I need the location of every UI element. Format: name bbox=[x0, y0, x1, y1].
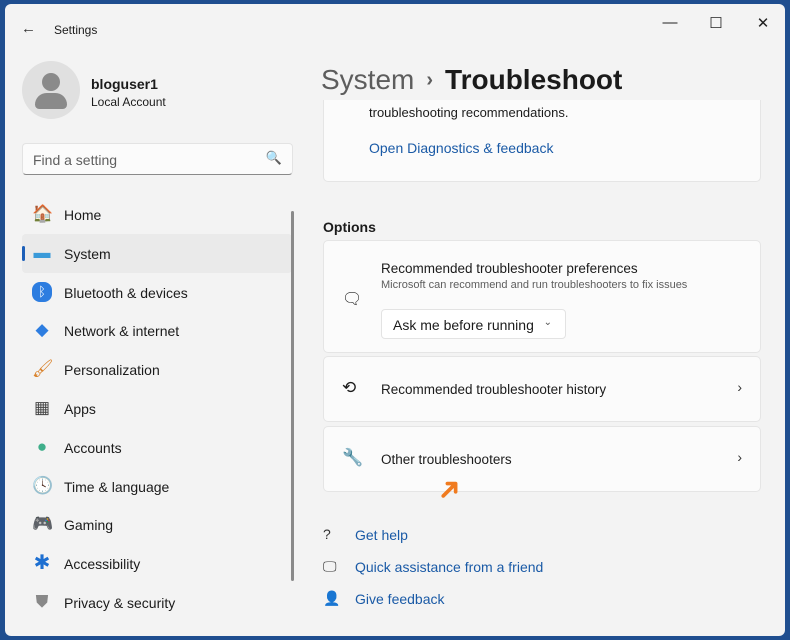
breadcrumb: System › Troubleshoot bbox=[321, 64, 622, 96]
diagnostics-card: troubleshooting recommendations. Open Di… bbox=[323, 100, 761, 182]
page-title: Troubleshoot bbox=[445, 64, 623, 95]
history-icon: ⟲ bbox=[342, 378, 357, 397]
card-description: Microsoft can recommend and run troubles… bbox=[381, 279, 688, 291]
troubleshooter-preferences-card: 🗨 Recommended troubleshooter preferences… bbox=[323, 240, 761, 353]
minimize-button[interactable]: — bbox=[658, 14, 682, 31]
dropdown-value: Ask me before running bbox=[393, 317, 534, 333]
card-title: Other troubleshooters bbox=[381, 452, 512, 467]
sidebar-item-label: Network & internet bbox=[64, 323, 180, 340]
sidebar-item-privacy[interactable]: ⛊ Privacy & security bbox=[22, 583, 292, 622]
sidebar-item-apps[interactable]: ▦ Apps bbox=[22, 389, 292, 428]
troubleshooter-history-card[interactable]: ⟲ Recommended troubleshooter history › bbox=[323, 356, 761, 422]
sidebar-item-label: Privacy & security bbox=[64, 594, 176, 611]
card-title: Recommended troubleshooter preferences bbox=[381, 261, 638, 276]
sidebar-item-label: Bluetooth & devices bbox=[64, 284, 188, 301]
brush-icon: 🖌 bbox=[32, 359, 54, 379]
apps-icon: ▦ bbox=[33, 397, 51, 417]
open-diagnostics-link[interactable]: Open Diagnostics & feedback bbox=[369, 140, 553, 156]
sidebar-item-label: Accounts bbox=[64, 439, 122, 456]
maximize-button[interactable]: ☐ bbox=[704, 14, 728, 32]
back-button[interactable]: ← bbox=[21, 20, 36, 37]
bluetooth-icon: ᛒ bbox=[32, 281, 52, 302]
sidebar-nav: 🏠 Home ▬ System ᛒ Bluetooth & devices ◆ Netw… bbox=[22, 195, 292, 622]
avatar bbox=[22, 61, 80, 119]
accessibility-icon: ✱ bbox=[33, 552, 51, 575]
user-name: bloguser1 bbox=[91, 76, 158, 92]
close-button[interactable]: ✕ bbox=[751, 14, 775, 32]
sidebar-item-bluetooth[interactable]: ᛒ Bluetooth & devices bbox=[22, 273, 292, 312]
globe-clock-icon: 🕓 bbox=[32, 475, 54, 495]
preferences-dropdown[interactable]: Ask me before running ⌄ bbox=[381, 309, 566, 339]
sidebar-item-label: Accessibility bbox=[64, 556, 141, 573]
chevron-down-icon: ⌄ bbox=[543, 317, 552, 328]
get-help-link[interactable]: Get help bbox=[355, 527, 408, 543]
gamepad-icon: 🎮 bbox=[32, 514, 54, 534]
card-title: Recommended troubleshooter history bbox=[381, 382, 607, 397]
quick-assist-icon: 🖵 bbox=[323, 558, 337, 574]
other-troubleshooters-card[interactable]: 🔧 Other troubleshooters › bbox=[323, 426, 761, 492]
help-icon: ? bbox=[323, 526, 331, 542]
sidebar-item-time-language[interactable]: 🕓 Time & language bbox=[22, 467, 292, 506]
feedback-icon: 👤 bbox=[323, 590, 341, 606]
sidebar-item-label: Gaming bbox=[64, 517, 114, 534]
wifi-icon: ◆ bbox=[35, 320, 49, 340]
sidebar-item-label: Home bbox=[64, 207, 102, 223]
options-heading: Options bbox=[323, 219, 376, 235]
sidebar-item-accessibility[interactable]: ✱ Accessibility bbox=[22, 544, 292, 583]
chevron-right-icon: › bbox=[737, 379, 742, 395]
sidebar-item-label: Time & language bbox=[64, 478, 170, 495]
accounts-icon: ● bbox=[36, 436, 48, 456]
app-title: Settings bbox=[54, 23, 98, 37]
sidebar-item-system[interactable]: ▬ System bbox=[22, 233, 292, 273]
search-input[interactable]: Find a setting 🔍 bbox=[22, 143, 293, 175]
sidebar-item-gaming[interactable]: 🎮 Gaming bbox=[22, 505, 292, 544]
sidebar-item-label: Apps bbox=[64, 400, 96, 417]
breadcrumb-system[interactable]: System bbox=[321, 64, 414, 95]
breadcrumb-separator: › bbox=[426, 69, 434, 91]
wrench-icon: 🔧 bbox=[342, 448, 364, 467]
shield-icon: ⛊ bbox=[35, 591, 49, 611]
chevron-right-icon: › bbox=[737, 449, 742, 465]
sidebar-item-accounts[interactable]: ● Accounts bbox=[22, 428, 292, 467]
sidebar-item-network[interactable]: ◆ Network & internet bbox=[22, 311, 292, 350]
quick-assistance-link[interactable]: Quick assistance from a friend bbox=[355, 559, 543, 575]
card-text: troubleshooting recommendations. bbox=[369, 105, 569, 120]
account-type: Local Account bbox=[91, 95, 166, 109]
search-icon: 🔍 bbox=[265, 150, 282, 165]
settings-window: ← Settings — ☐ ✕ bloguser1 Local Account… bbox=[5, 4, 785, 636]
sidebar-item-home[interactable]: 🏠 Home bbox=[22, 195, 292, 234]
home-icon: 🏠 bbox=[32, 204, 54, 223]
chat-bubble-icon: 🗨 bbox=[342, 291, 363, 308]
give-feedback-link[interactable]: Give feedback bbox=[355, 591, 445, 607]
sidebar-item-label: Personalization bbox=[64, 362, 160, 379]
title-bar: ← Settings — ☐ ✕ bbox=[5, 4, 785, 52]
system-icon: ▬ bbox=[33, 242, 51, 262]
sidebar-scrollbar[interactable] bbox=[291, 211, 294, 581]
sidebar-item-personalization[interactable]: 🖌 Personalization bbox=[22, 350, 292, 389]
search-placeholder: Find a setting bbox=[33, 152, 118, 168]
sidebar-item-label: System bbox=[64, 245, 111, 262]
